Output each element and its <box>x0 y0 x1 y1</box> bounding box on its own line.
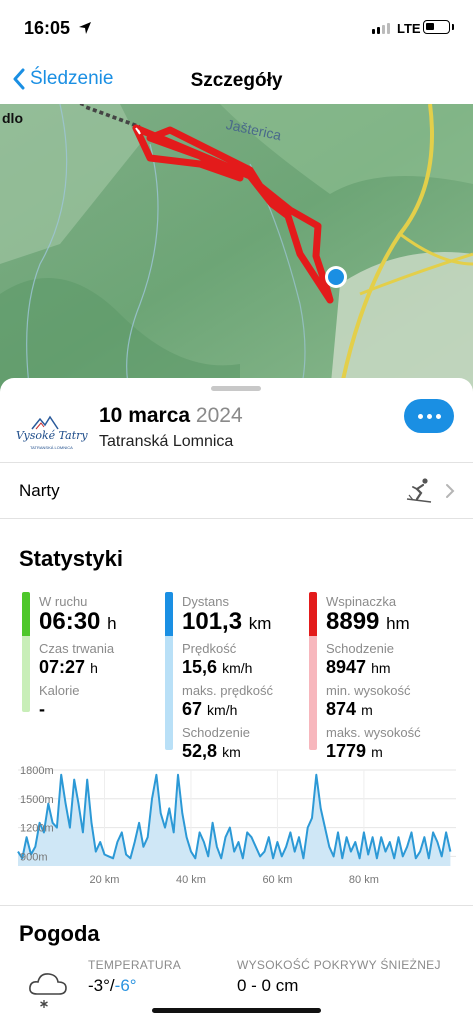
more-options-button[interactable] <box>404 399 454 433</box>
home-indicator <box>152 1008 321 1013</box>
y-tick-label: 900m <box>20 851 48 863</box>
temperature-label: TEMPERATURA <box>88 958 182 972</box>
x-tick-label: 40 km <box>176 874 206 886</box>
status-bar: 16:05 LTE <box>0 0 473 58</box>
status-time: 16:05 <box>24 18 71 38</box>
x-tick-label: 20 km <box>89 874 119 886</box>
network-label: LTE <box>397 21 421 36</box>
battery-icon <box>423 20 450 34</box>
cloud-snow-icon <box>29 973 67 1008</box>
route-map[interactable]: dlo Jašterica <box>0 104 473 394</box>
resort-logo: Vysoké Tatry TATRANSKÁ LOMNICA <box>14 415 88 453</box>
location-arrow-icon <box>79 22 91 34</box>
weather-title: Pogoda <box>19 921 100 946</box>
elevation-chart[interactable]: 1800m 1500m 1200m 900m 20 km 40 km 60 km 80 km <box>0 762 473 892</box>
activity-place: Tatranská Lomnica <box>99 433 234 450</box>
sport-type-row[interactable]: Narty <box>0 463 473 518</box>
sheet-grabber[interactable] <box>211 386 261 391</box>
stats-title: Statystyki <box>19 546 123 571</box>
x-tick-label: 80 km <box>349 874 379 886</box>
y-tick-label: 1200m <box>20 823 54 835</box>
snow-depth-value: 0 - 0 cm <box>237 976 299 995</box>
snow-depth-label: WYSOKOŚĆ POKRYWY ŚNIEŻNEJ <box>237 958 441 972</box>
x-tick-label: 60 km <box>262 874 292 886</box>
page-title: Szczegóły <box>190 70 283 91</box>
y-tick-label: 1500m <box>20 794 54 806</box>
activity-date: 10 marca 2024 <box>99 404 243 427</box>
map-label-dlo: dlo <box>2 110 23 126</box>
navigation-bar: Śledzenie Szczegóły <box>0 58 473 104</box>
skier-icon <box>406 478 432 503</box>
temperature-value: -3°/-6° <box>88 976 137 995</box>
cellular-signal-icon <box>372 23 390 34</box>
chevron-right-icon <box>446 484 455 498</box>
details-sheet: Vysoké Tatry TATRANSKÁ LOMNICA 10 marca … <box>0 378 473 1024</box>
y-tick-label: 1800m <box>20 765 54 777</box>
sport-type-label: Narty <box>19 481 60 500</box>
